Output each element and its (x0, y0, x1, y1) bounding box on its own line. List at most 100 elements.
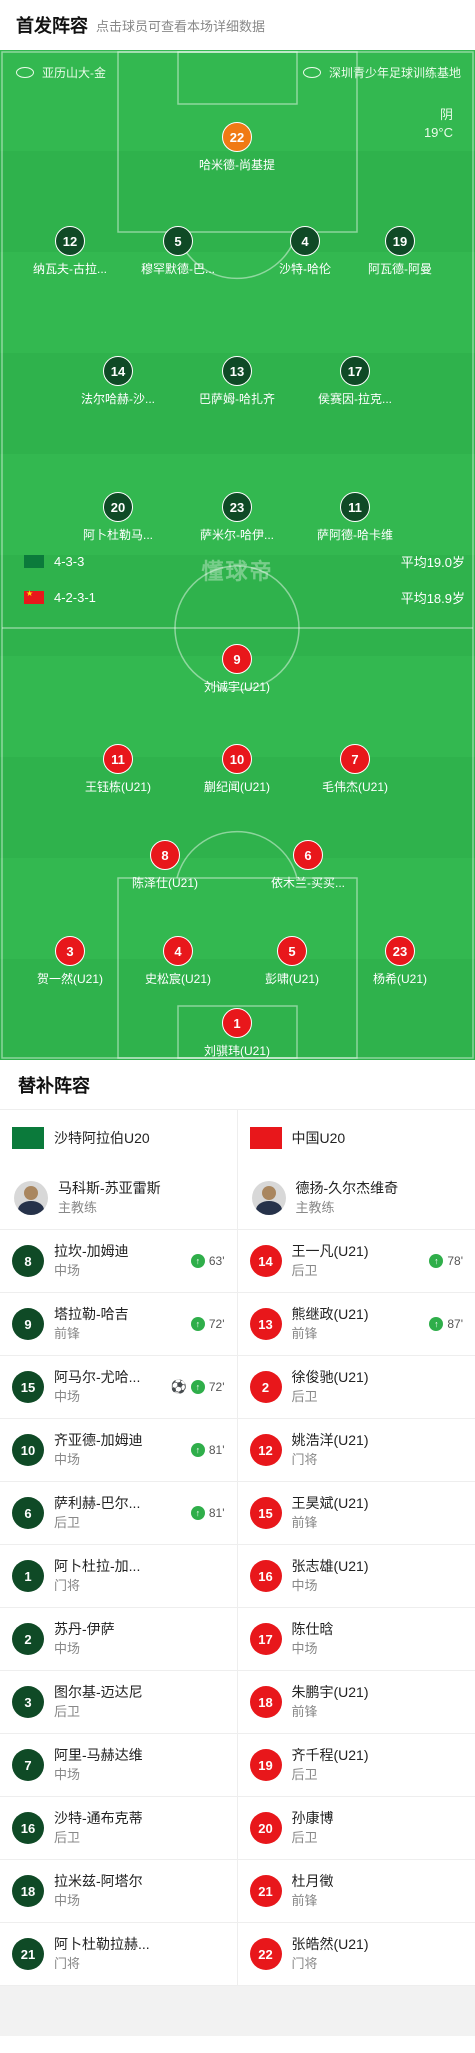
bench-player-row[interactable]: 10 齐亚德-加姆迪 中场 ↑ 81' (0, 1419, 237, 1482)
bench-player-row[interactable]: 18 拉米兹-阿塔尔 中场 (0, 1860, 237, 1923)
bench-player-row[interactable]: 16 张志雄(U21) 中场 (237, 1545, 475, 1608)
player-name: 苏丹-伊萨 (54, 1621, 115, 1637)
bench-player-row[interactable]: 15 阿马尔-尤哈... 中场 ⚽ ↑ 72' (0, 1356, 237, 1419)
player-number: 19 (249, 1749, 282, 1781)
player-number: 2 (249, 1371, 282, 1403)
away-team-header[interactable]: 中国U20 (238, 1110, 475, 1166)
away-player[interactable]: 3 贺一然(U21) (10, 936, 130, 987)
away-player[interactable]: 9 刘诚宇(U21) (177, 644, 297, 695)
player-number: 11 (340, 492, 370, 522)
away-player[interactable]: 5 彭啸(U21) (232, 936, 352, 987)
bench-player-row[interactable]: 13 熊继政(U21) 前锋 ↑ 87' (237, 1293, 475, 1356)
bench-player-row[interactable]: 3 图尔基-迈达尼 后卫 (0, 1671, 237, 1734)
bench-player-row[interactable]: 17 陈仕晗 中场 (237, 1608, 475, 1671)
player-name: 拉米兹-阿塔尔 (54, 1873, 143, 1889)
player-name: 依木兰-买买... (271, 876, 345, 890)
player-name: 刘诚宇(U21) (203, 680, 270, 694)
bench-player-row[interactable]: 1 阿卜杜拉-加... 门将 (0, 1545, 237, 1608)
bench-player-row[interactable]: 18 朱鹏宇(U21) 前锋 (237, 1671, 475, 1734)
away-player[interactable]: 23 杨希(U21) (340, 936, 460, 987)
bench-player-row[interactable]: 22 张皓然(U21) 门将 (237, 1923, 475, 1986)
bench-player-row[interactable]: 2 苏丹-伊萨 中场 (0, 1608, 237, 1671)
away-player[interactable]: 7 毛伟杰(U21) (295, 744, 415, 795)
stadium-info: 深圳青少年足球训练基地 (302, 64, 461, 81)
home-player[interactable]: 22 哈米德-尚基提 (177, 122, 297, 173)
away-coach-name: 德扬-久尔杰维奇 (295, 1179, 399, 1196)
player-info: 萨利赫-巴尔... 后卫 (54, 1494, 191, 1532)
whistle-icon (16, 67, 34, 78)
bench-player-row[interactable]: 14 王一凡(U21) 后卫 ↑ 78' (237, 1230, 475, 1293)
sub-on-icon: ↑ (190, 1254, 205, 1268)
sub-info: ⚽ ↑ 72' (171, 1379, 225, 1395)
home-team-header[interactable]: 沙特阿拉伯U20 (0, 1110, 237, 1166)
player-name: 阿卜杜拉-加... (54, 1558, 141, 1574)
away-player[interactable]: 6 依木兰-买买... (248, 840, 368, 891)
player-name: 朱鹏宇(U21) (291, 1684, 369, 1700)
home-player[interactable]: 19 阿瓦德-阿曼 (340, 226, 460, 277)
home-player[interactable]: 13 巴萨姆-哈扎齐 (177, 356, 297, 407)
bench-player-row[interactable]: 2 徐俊驰(U21) 后卫 (237, 1356, 475, 1419)
player-name: 徐俊驰(U21) (291, 1369, 369, 1385)
sub-on-minute: 81' (208, 1506, 225, 1520)
player-position: 前锋 (291, 1515, 318, 1530)
stadium-icon (302, 67, 321, 78)
player-number: 7 (340, 744, 370, 774)
player-position: 前锋 (54, 1326, 81, 1341)
player-info: 孙康博 后卫 (292, 1809, 464, 1847)
bench-player-row[interactable]: 21 阿卜杜勒拉赫... 门将 (0, 1923, 237, 1986)
player-number: 22 (249, 1938, 282, 1970)
player-info: 阿里-马赫达维 中场 (54, 1746, 225, 1784)
player-info: 拉坎-加姆迪 中场 (54, 1242, 191, 1280)
bench-player-row[interactable]: 21 杜月徵 前锋 (237, 1860, 475, 1923)
player-number: 3 (12, 1686, 44, 1718)
home-player[interactable]: 23 萨米尔-哈伊... (177, 492, 297, 543)
home-player[interactable]: 12 纳瓦夫-古拉... (10, 226, 130, 277)
away-player[interactable]: 1 刘骐玮(U21) (177, 1008, 297, 1059)
player-info: 沙特-通布克蒂 后卫 (54, 1809, 225, 1847)
player-number: 9 (12, 1308, 44, 1340)
home-player[interactable]: 17 侯赛因-拉克... (295, 356, 415, 407)
bench-player-row[interactable]: 6 萨利赫-巴尔... 后卫 ↑ 81' (0, 1482, 237, 1545)
bench-player-row[interactable]: 7 阿里-马赫达维 中场 (0, 1734, 237, 1797)
bench-player-row[interactable]: 20 孙康博 后卫 (237, 1797, 475, 1860)
player-number: 20 (249, 1812, 282, 1844)
player-info: 朱鹏宇(U21) 前锋 (292, 1683, 464, 1721)
bench-player-row[interactable]: 19 齐千程(U21) 后卫 (237, 1734, 475, 1797)
player-number: 21 (12, 1938, 44, 1970)
home-player[interactable]: 11 萨阿德-哈卡维 (295, 492, 415, 543)
player-position: 后卫 (291, 1389, 318, 1404)
player-name: 塔拉勒-哈吉 (54, 1306, 129, 1322)
away-player[interactable]: 10 蒯纪闻(U21) (177, 744, 297, 795)
player-position: 中场 (54, 1893, 81, 1908)
player-name: 熊继政(U21) (291, 1306, 369, 1322)
home-player[interactable]: 5 穆罕默德-巴... (118, 226, 238, 277)
home-player[interactable]: 20 阿卜杜勒马... (58, 492, 178, 543)
player-position: 中场 (291, 1578, 318, 1593)
away-player[interactable]: 8 陈泽仕(U21) (105, 840, 225, 891)
home-coach[interactable]: 马科斯-苏亚雷斯 主教练 (0, 1166, 237, 1230)
player-name: 王一凡(U21) (291, 1243, 369, 1259)
home-team-name: 沙特阿拉伯U20 (54, 1130, 150, 1146)
bench-player-row[interactable]: 12 姚浩洋(U21) 门将 (237, 1419, 475, 1482)
footer (0, 1986, 475, 2036)
player-number: 13 (249, 1308, 282, 1340)
player-name: 刘骐玮(U21) (203, 1044, 270, 1058)
player-name: 萨阿德-哈卡维 (317, 528, 393, 542)
player-info: 王一凡(U21) 后卫 (292, 1242, 430, 1280)
player-info: 塔拉勒-哈吉 前锋 (54, 1305, 191, 1343)
away-coach[interactable]: 德扬-久尔杰维奇 主教练 (237, 1166, 475, 1230)
home-player[interactable]: 14 法尔哈赫-沙... (58, 356, 178, 407)
player-number: 8 (150, 840, 180, 870)
player-name: 法尔哈赫-沙... (81, 392, 155, 406)
sub-info: ↑ 81' (190, 1443, 225, 1457)
player-number: 16 (249, 1560, 282, 1592)
away-player[interactable]: 11 王钰栋(U21) (58, 744, 178, 795)
bench-player-row[interactable]: 9 塔拉勒-哈吉 前锋 ↑ 72' (0, 1293, 237, 1356)
bench-player-row[interactable]: 15 王昊斌(U21) 前锋 (237, 1482, 475, 1545)
bench-player-row[interactable]: 16 沙特-通布克蒂 后卫 (0, 1797, 237, 1860)
away-player[interactable]: 4 史松宸(U21) (118, 936, 238, 987)
player-name: 阿里-马赫达维 (54, 1747, 143, 1763)
player-number: 4 (290, 226, 320, 256)
home-coach-role: 主教练 (58, 1199, 98, 1215)
bench-player-row[interactable]: 8 拉坎-加姆迪 中场 ↑ 63' (0, 1230, 237, 1293)
